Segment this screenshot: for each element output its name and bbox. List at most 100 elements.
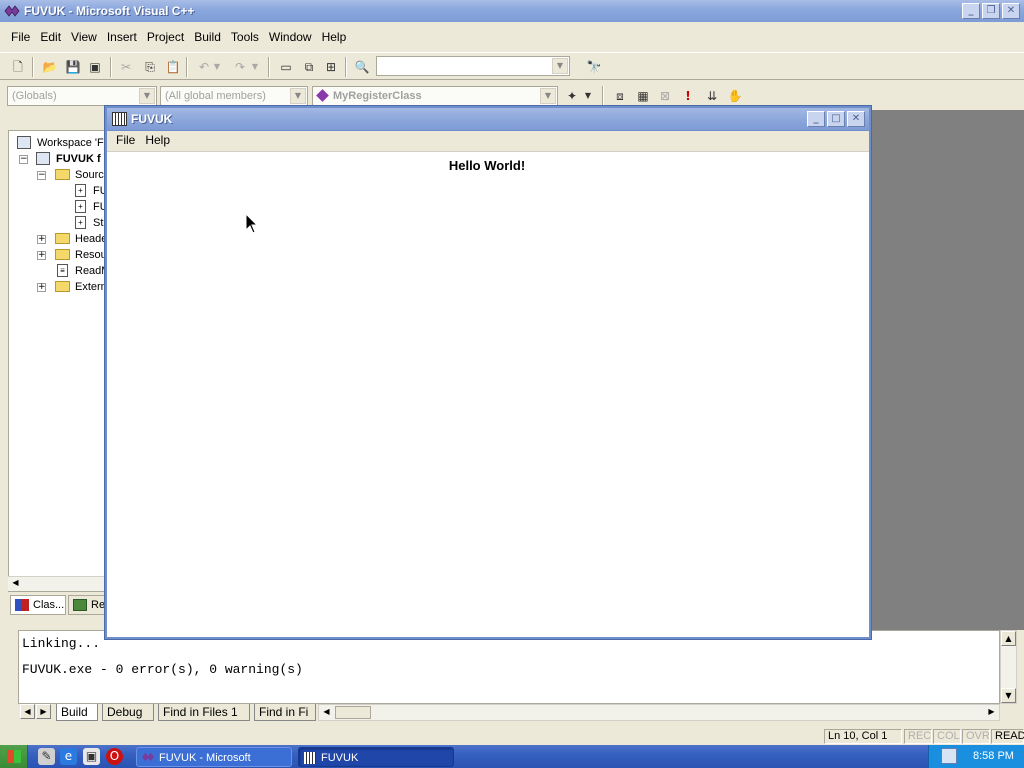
app-window-icon (112, 112, 127, 126)
tab-scroll-right-icon[interactable]: ▶ (36, 704, 51, 719)
scroll-right-icon[interactable]: ▶ (984, 705, 999, 720)
toolbar-separator (186, 57, 188, 77)
clock[interactable]: 8:58 PM (973, 745, 1014, 768)
restore-button[interactable]: ❐ (982, 3, 1000, 19)
breakpoint-hand-icon[interactable]: ✋ (725, 86, 745, 106)
scroll-left-icon[interactable]: ◀ (319, 705, 334, 720)
output-window-icon[interactable]: ⧉ (299, 57, 319, 77)
expand-icon[interactable]: + (37, 251, 46, 260)
window-list-icon[interactable]: ⊞ (321, 57, 341, 77)
minimize-button[interactable]: _ (962, 3, 980, 19)
chevron-down-icon[interactable]: ▼ (552, 58, 568, 74)
visual-studio-icon (142, 752, 154, 762)
hello-world-text: Hello World! (448, 158, 526, 173)
find-combo[interactable]: ▼ (376, 56, 570, 76)
toolbar-separator (345, 57, 347, 77)
workspace-window-icon[interactable]: ▭ (276, 57, 296, 77)
build-icon[interactable]: ▦ (633, 86, 653, 106)
tab-label: Re (91, 599, 106, 611)
collapse-icon[interactable]: − (37, 171, 46, 180)
status-col: COL (933, 729, 961, 744)
task-button-fuvuk[interactable]: FUVUK (298, 747, 454, 767)
compile-icon[interactable]: ⧈ (610, 86, 630, 106)
tab-find-in-files-1[interactable]: Find in Files 1 (158, 704, 250, 721)
redo-dropdown-icon[interactable]: ▼ (250, 57, 260, 77)
wizard-action-icon[interactable]: ✦ (562, 86, 582, 106)
project-icon (36, 152, 50, 165)
find-binoculars-icon[interactable]: 🔭 (584, 57, 604, 77)
close-button[interactable]: ✕ (1002, 3, 1020, 19)
menu-file[interactable]: File (6, 27, 35, 48)
close-button[interactable]: ✕ (847, 111, 865, 127)
minimize-button[interactable]: _ (807, 111, 825, 127)
tab-debug[interactable]: Debug (102, 704, 154, 721)
output-horizontal-scrollbar[interactable]: ◀ ▶ (318, 704, 1000, 721)
output-vertical-scrollbar[interactable]: ▲ ▼ (1000, 630, 1017, 704)
fuvuk-window[interactable]: FUVUK _ □ ✕ File Help Hello World! (104, 105, 872, 640)
menu-tools[interactable]: Tools (226, 27, 264, 48)
wizard-dropdown-icon[interactable]: ▼ (582, 86, 594, 106)
classview-icon (15, 599, 29, 611)
tab-build[interactable]: Build (56, 704, 98, 721)
scroll-up-icon[interactable]: ▲ (1001, 631, 1016, 646)
filter-combo[interactable]: (All global members) ▼ (160, 86, 308, 106)
new-file-icon[interactable]: 🗋 (8, 57, 28, 77)
open-folder-icon[interactable]: 📂 (40, 57, 60, 77)
fuvuk-menu-bar: File Help (107, 131, 869, 151)
media-icon[interactable]: ▣ (83, 748, 100, 765)
maximize-button[interactable]: □ (827, 111, 845, 127)
menu-view[interactable]: View (66, 27, 102, 48)
workspace-horizontal-scrollbar[interactable]: ◀ (8, 576, 108, 591)
fuvuk-title-bar[interactable]: FUVUK _ □ ✕ (107, 108, 869, 130)
go-debug-icon[interactable]: ⇊ (702, 86, 722, 106)
scroll-thumb[interactable] (335, 706, 371, 719)
task-label: FUVUK (321, 752, 359, 764)
tab-scroll-left-icon[interactable]: ◀ (20, 704, 35, 719)
menu-project[interactable]: Project (142, 27, 189, 48)
visual-studio-icon (4, 5, 20, 17)
folder-icon (55, 249, 70, 260)
execute-icon[interactable]: ! (678, 86, 698, 106)
menu-window[interactable]: Window (264, 27, 317, 48)
collapse-icon[interactable]: − (19, 155, 28, 164)
chevron-down-icon[interactable]: ▼ (139, 88, 155, 104)
taskbar: ✎ e ▣ O FUVUK - Microsoft Visual... FUVU… (0, 745, 1024, 768)
members-combo[interactable]: MyRegisterClass ▼ (312, 86, 558, 106)
expand-icon[interactable]: + (37, 235, 46, 244)
main-title-bar[interactable]: FUVUK - Microsoft Visual C++ _ ❐ ✕ (0, 0, 1024, 22)
find-in-files-icon[interactable]: 🔍 (352, 57, 372, 77)
expand-icon[interactable]: + (37, 283, 46, 292)
toolbar-separator (110, 57, 112, 77)
tab-find-in-files-2[interactable]: Find in Fi (254, 704, 316, 721)
start-button[interactable] (0, 745, 28, 768)
scroll-left-icon[interactable]: ◀ (8, 576, 23, 591)
redo-icon[interactable]: ↷ (230, 57, 250, 77)
menu-insert[interactable]: Insert (102, 27, 142, 48)
tab-classview[interactable]: Clas... (10, 595, 66, 615)
cut-icon[interactable]: ✂ (116, 57, 136, 77)
menu-edit[interactable]: Edit (35, 27, 66, 48)
menu-build[interactable]: Build (189, 27, 226, 48)
internet-explorer-icon[interactable]: e (60, 748, 77, 765)
chevron-down-icon[interactable]: ▼ (540, 88, 556, 104)
save-all-icon[interactable]: ▣ (85, 57, 105, 77)
network-icon[interactable] (941, 748, 957, 764)
save-icon[interactable]: 💾 (63, 57, 83, 77)
folder-icon (55, 169, 70, 180)
fuvuk-menu-file[interactable]: File (111, 131, 140, 151)
paste-icon[interactable]: 📋 (163, 57, 183, 77)
task-button-visual-cpp[interactable]: FUVUK - Microsoft Visual... (136, 747, 292, 767)
chevron-down-icon[interactable]: ▼ (290, 88, 306, 104)
menu-help[interactable]: Help (317, 27, 352, 48)
undo-dropdown-icon[interactable]: ▼ (212, 57, 222, 77)
scroll-down-icon[interactable]: ▼ (1001, 688, 1016, 703)
copy-icon[interactable]: ⎘ (140, 57, 160, 77)
opera-icon[interactable]: O (106, 748, 123, 765)
menu-bar: File Edit View Insert Project Build Tool… (0, 27, 1024, 48)
undo-icon[interactable]: ↶ (194, 57, 214, 77)
class-combo[interactable]: (Globals) ▼ (7, 86, 157, 106)
fuvuk-title: FUVUK (131, 112, 173, 126)
fuvuk-menu-help[interactable]: Help (140, 131, 175, 151)
show-desktop-icon[interactable]: ✎ (38, 748, 55, 765)
stop-build-icon[interactable]: ⊠ (655, 86, 675, 106)
